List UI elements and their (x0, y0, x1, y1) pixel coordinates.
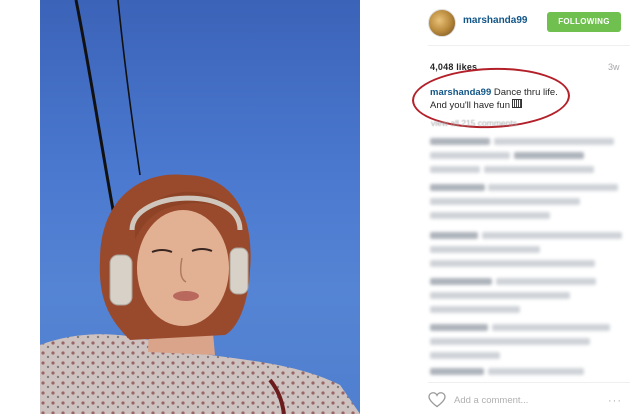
heart-outline-icon[interactable] (428, 392, 446, 408)
post-time[interactable]: 3w (608, 62, 620, 72)
username-link[interactable]: marshanda99 (463, 15, 527, 26)
post-details-panel: marshanda99 FOLLOWING 4,048 likes 3w mar… (360, 0, 630, 414)
blurred-comments (428, 132, 628, 377)
ellipsis-icon[interactable]: ··· (608, 395, 622, 407)
comment-divider (428, 382, 630, 383)
view-all-comments-link[interactable]: view all 215 comments (431, 118, 517, 128)
header-divider (428, 45, 630, 46)
instagram-post-view: marshanda99 FOLLOWING 4,048 likes 3w mar… (0, 0, 630, 414)
post-header: marshanda99 FOLLOWING (360, 0, 630, 45)
following-button[interactable]: FOLLOWING (547, 12, 621, 32)
post-photo[interactable] (40, 0, 360, 414)
selfie-illustration (40, 0, 360, 414)
comment-bar: Add a comment... ··· (428, 386, 630, 414)
add-comment-input[interactable]: Add a comment... (454, 395, 528, 406)
avatar[interactable] (428, 9, 456, 37)
